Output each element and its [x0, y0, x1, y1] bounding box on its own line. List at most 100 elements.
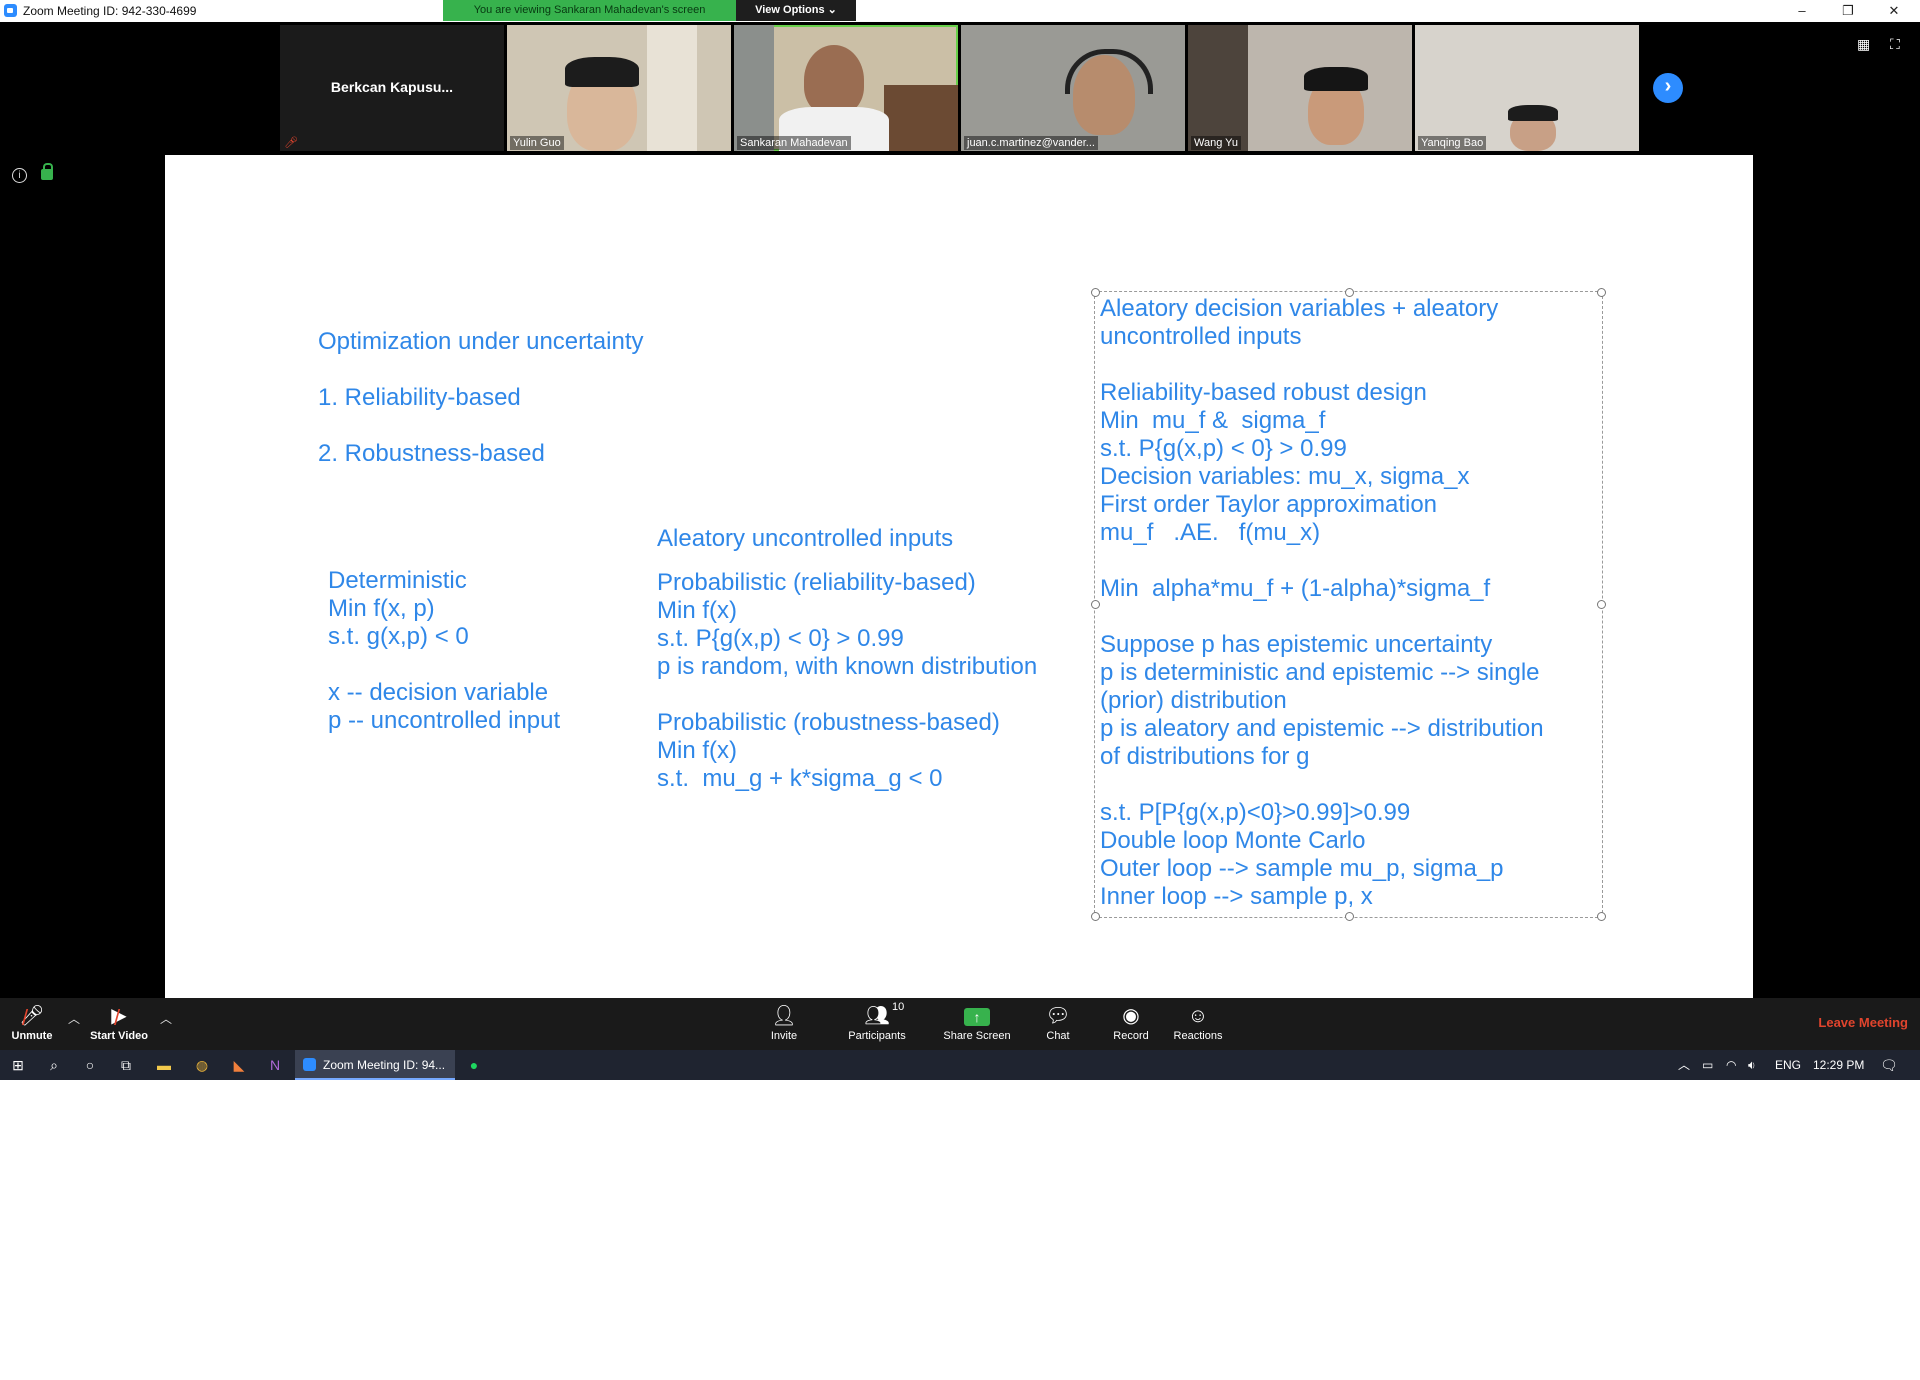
next-page-arrow-icon[interactable]: › — [1653, 73, 1683, 103]
resize-handle[interactable] — [1091, 912, 1100, 921]
share-screen-icon: ↑ — [940, 1004, 1014, 1028]
editable-text-box[interactable]: Aleatory decision variables + aleatory u… — [1091, 288, 1606, 921]
start-video-button[interactable]: ▶︎ / Start Video — [88, 1004, 150, 1042]
notifications-icon[interactable]: 🗨︎ — [1880, 1050, 1898, 1080]
chat-label: Chat — [1046, 1030, 1070, 1042]
file-explorer-icon[interactable]: ▬ — [150, 1050, 178, 1080]
close-button[interactable]: ✕ — [1872, 0, 1916, 22]
leave-meeting-button[interactable]: Leave Meeting — [1818, 1015, 1908, 1030]
participant-label: juan.c.martinez@vander... — [964, 136, 1098, 150]
participants-count: 10 — [892, 1001, 905, 1013]
video-tile-wang[interactable]: Wang Yu — [1188, 25, 1412, 151]
share-screen-button[interactable]: ↑ Share Screen — [940, 1004, 1014, 1042]
spotify-icon[interactable]: ● — [460, 1050, 488, 1080]
zoom-logo-icon — [4, 4, 17, 17]
start-video-label: Start Video — [90, 1030, 148, 1042]
video-options-chevron-icon[interactable]: ︿ — [160, 1010, 172, 1027]
chat-icon: 💬︎ — [1045, 1005, 1071, 1027]
reactions-button[interactable]: ☺ Reactions — [1170, 1004, 1226, 1042]
cortana-icon[interactable]: ○ — [76, 1050, 104, 1080]
reactions-label: Reactions — [1173, 1030, 1223, 1042]
slide-textbox-content[interactable]: Aleatory decision variables + aleatory u… — [1100, 295, 1544, 911]
viewing-banner: You are viewing Sankaran Mahadevan's scr… — [443, 0, 736, 21]
resize-handle[interactable] — [1597, 912, 1606, 921]
video-off-icon: ▶︎ / — [111, 1005, 127, 1030]
chrome-icon[interactable]: ◍ — [188, 1050, 216, 1080]
slide-aleatory-header: Aleatory uncontrolled inputs — [657, 525, 954, 552]
record-label: Record — [1113, 1030, 1149, 1042]
fullscreen-icon[interactable]: ⛶ — [1890, 36, 1908, 52]
side-by-side-mode-icon[interactable]: ▦ — [1857, 36, 1875, 52]
title-bar: Zoom Meeting ID: 942-330-4699 You are vi… — [0, 0, 1920, 23]
shared-screen-slide: Optimization under uncertainty 1. Reliab… — [165, 155, 1753, 998]
minimize-button[interactable]: – — [1780, 0, 1824, 22]
chat-button[interactable]: 💬︎ Chat — [1040, 1004, 1076, 1042]
record-button[interactable]: ◉ Record — [1110, 1004, 1152, 1042]
matlab-icon[interactable]: ◣ — [225, 1050, 253, 1080]
view-options-button[interactable]: View Options ⌄ — [736, 0, 856, 21]
search-icon[interactable]: ⌕ — [40, 1050, 68, 1080]
hair — [565, 57, 639, 87]
chevron-down-icon: ⌄ — [827, 4, 837, 16]
bookshelf — [884, 85, 958, 151]
audio-options-chevron-icon[interactable]: ︿ — [68, 1010, 80, 1027]
record-icon: ◉ — [1122, 1005, 1140, 1027]
meeting-controls-bar: 🎤︎ / Unmute ︿ ▶︎ / Start Video ︿ 👤︎ Invite… — [0, 998, 1920, 1050]
resize-handle[interactable] — [1091, 288, 1100, 297]
slide-probabilistic-block: Probabilistic (reliability-based) Min f(… — [657, 569, 1038, 792]
coats-background — [1188, 25, 1248, 151]
participants-button[interactable]: 👥︎ 10 Participants — [842, 1001, 912, 1042]
clock[interactable]: 12:29 PM — [1813, 1050, 1864, 1080]
share-screen-label: Share Screen — [943, 1030, 1011, 1042]
participant-label: Yanqing Bao — [1418, 136, 1487, 150]
unmute-button[interactable]: 🎤︎ / Unmute — [8, 1004, 56, 1042]
invite-button[interactable]: 👤︎ Invite — [760, 1004, 808, 1042]
encryption-lock-icon[interactable] — [41, 163, 53, 180]
mic-muted-icon: 🎤︎ — [284, 137, 298, 149]
restore-button[interactable]: ❐ — [1826, 0, 1870, 22]
language-indicator[interactable]: ENG — [1775, 1050, 1801, 1080]
participants-label: Participants — [848, 1030, 906, 1042]
invite-label: Invite — [770, 1030, 798, 1042]
video-tile-yanqing[interactable]: Yanqing Bao — [1415, 25, 1639, 151]
resize-handle[interactable] — [1345, 912, 1354, 921]
slide-heading: Optimization under uncertainty — [318, 328, 644, 355]
resize-handle[interactable] — [1345, 288, 1354, 297]
video-tile-sankaran[interactable]: Sankaran Mahadevan — [734, 25, 958, 151]
show-hidden-icons-chevron-icon[interactable]: ︿ — [1678, 1050, 1690, 1080]
participant-label: Yulin Guo — [510, 136, 564, 150]
meeting-info-icon[interactable]: i — [12, 168, 27, 183]
resize-handle[interactable] — [1597, 288, 1606, 297]
participant-label: Sankaran Mahadevan — [737, 136, 851, 150]
taskbar-zoom-window[interactable]: Zoom Meeting ID: 94... — [295, 1050, 455, 1080]
video-tile-berkcan[interactable]: Berkcan Kapusu... 🎤︎ — [280, 25, 504, 151]
participant-video — [804, 45, 864, 115]
door-background — [734, 25, 774, 151]
battery-icon[interactable]: ▭ — [1702, 1050, 1713, 1080]
slide-deterministic-block: Deterministic Min f(x, p) s.t. g(x,p) < … — [328, 567, 561, 734]
video-tile-juan[interactable]: juan.c.martinez@vander... — [961, 25, 1185, 151]
task-view-icon[interactable]: ⧉ — [112, 1050, 140, 1080]
hair — [1508, 105, 1558, 121]
onenote-icon[interactable]: N — [261, 1050, 289, 1080]
wifi-icon[interactable]: ◠ — [1726, 1050, 1736, 1080]
hair — [1304, 67, 1368, 91]
slide-item-1: 1. Reliability-based — [318, 384, 521, 411]
windows-taskbar: ⊞ ⌕ ○ ⧉ ▬ ◍ ◣ N Zoom Meeting ID: 94... ●… — [0, 1050, 1920, 1080]
participant-name: Berkcan Kapusu... — [330, 79, 454, 95]
add-person-icon: 👤︎ — [771, 1005, 797, 1027]
video-tile-yulin[interactable]: Yulin Guo — [507, 25, 731, 151]
slide-item-2: 2. Robustness-based — [318, 440, 545, 467]
unmute-label: Unmute — [11, 1030, 53, 1042]
headphones — [1065, 49, 1153, 94]
view-options-label: View Options — [755, 4, 825, 16]
mic-off-icon: 🎤︎ / — [19, 1005, 45, 1030]
volume-icon[interactable]: 🔉︎ — [1748, 1050, 1756, 1080]
participant-label: Wang Yu — [1191, 136, 1242, 150]
windows-start-icon[interactable]: ⊞ — [4, 1050, 32, 1080]
window-title: Zoom Meeting ID: 942-330-4699 — [23, 4, 197, 18]
smiley-icon: ☺ — [1187, 1005, 1209, 1027]
door-background — [647, 25, 697, 151]
resize-handle[interactable] — [1597, 600, 1606, 609]
resize-handle[interactable] — [1091, 600, 1100, 609]
